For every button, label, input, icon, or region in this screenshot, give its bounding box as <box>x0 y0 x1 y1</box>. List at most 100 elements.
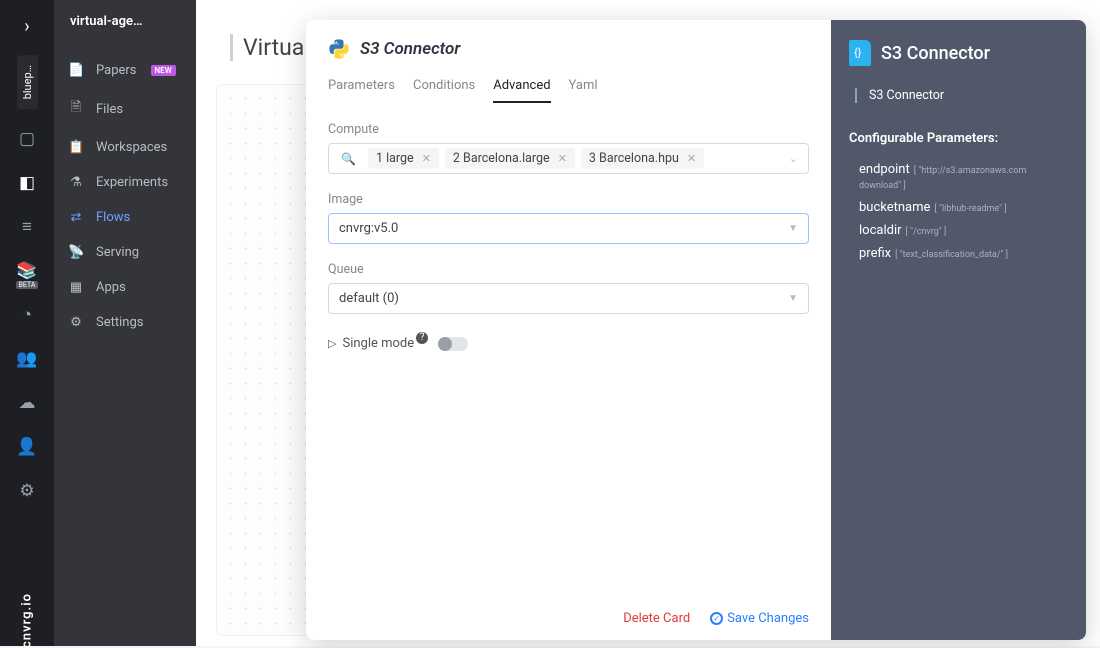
project-title: virtual-age… <box>54 0 196 53</box>
param-row: prefix [ "text_classification_data/" ] <box>859 246 1068 261</box>
nav-item-experiments[interactable]: ⚗ Experiments <box>54 165 196 200</box>
nav-item-label: Apps <box>96 280 126 295</box>
tab-yaml[interactable]: Yaml <box>569 72 598 103</box>
param-row: localdir [ "/cnvrg" ] <box>859 223 1068 238</box>
nav-item-workspaces[interactable]: 📋 Workspaces <box>54 130 196 165</box>
configurable-params-label: Configurable Parameters: <box>849 131 1068 146</box>
database-icon[interactable]: ≡ <box>0 205 54 249</box>
nav-item-papers[interactable]: 📄 Papers NEW <box>54 53 196 88</box>
gear-icon[interactable]: ⚙ <box>0 469 54 513</box>
nav-item-label: Workspaces <box>96 140 167 155</box>
tab-advanced[interactable]: Advanced <box>493 72 550 103</box>
expand-icon[interactable]: › <box>24 4 29 49</box>
single-mode-row: ▷ Single mode ? <box>328 336 809 351</box>
modal-form: S3 Connector Parameters Conditions Advan… <box>306 20 831 640</box>
chevron-down-icon: ▼ <box>788 223 798 234</box>
rail-tab-blueprints[interactable]: bluep… <box>17 55 38 109</box>
param-row: endpoint[ "http://s3.amazonaws.com downl… <box>859 162 1068 192</box>
nav-item-files[interactable]: 🗎 Files <box>54 88 196 130</box>
project-nav: virtual-age… 📄 Papers NEW 🗎 Files 📋 Workspac… <box>54 0 196 646</box>
param-name: bucketname <box>859 200 930 215</box>
sidebar-subtitle: S3 Connector <box>855 88 1068 103</box>
help-icon[interactable]: ? <box>416 332 428 344</box>
check-icon: ✓ <box>710 612 723 625</box>
compute-select[interactable]: 🔍 1 large ✕ 2 Barcelona.large ✕ 3 Barcelon… <box>328 143 809 174</box>
nav-item-label: Experiments <box>96 175 168 190</box>
chip-label: 3 Barcelona.hpu <box>589 151 679 166</box>
flows-icon: ⇄ <box>68 210 84 225</box>
compute-chip: 2 Barcelona.large ✕ <box>445 148 575 169</box>
nav-item-label: Flows <box>96 210 130 225</box>
grid-icon[interactable]: ◧ <box>0 161 54 205</box>
param-name: endpoint <box>859 162 910 177</box>
nav-item-flows[interactable]: ⇄ Flows <box>54 200 196 235</box>
cloud-icon[interactable]: ☁ <box>0 381 54 425</box>
compute-chip: 3 Barcelona.hpu ✕ <box>581 148 704 169</box>
param-hint: [ "text_classification_data/" ] <box>895 250 1008 260</box>
param-name: localdir <box>859 223 902 238</box>
sidebar-header: S3 Connector <box>849 40 1068 66</box>
modal-header: S3 Connector <box>328 38 809 60</box>
nav-item-label: Settings <box>96 315 143 330</box>
chip-label: 2 Barcelona.large <box>453 151 550 166</box>
toggle-knob <box>438 337 452 351</box>
queue-label: Queue <box>328 262 809 277</box>
page-title: Virtual <box>230 34 310 61</box>
modal-title: S3 Connector <box>360 39 460 59</box>
nav-item-settings[interactable]: ⚙ Settings <box>54 305 196 340</box>
library-icon[interactable]: 📚BETA <box>0 249 54 293</box>
python-icon <box>328 38 350 60</box>
modal-sidebar: S3 Connector S3 Connector Configurable P… <box>831 20 1086 640</box>
search-icon[interactable]: 🔍 <box>335 152 362 166</box>
chip-label: 1 large <box>376 151 414 166</box>
tab-parameters[interactable]: Parameters <box>328 72 395 103</box>
brand-logo: cnvrg.io <box>20 593 35 648</box>
play-icon: ▷ <box>328 337 336 350</box>
param-name: prefix <box>859 246 891 261</box>
modal-tabs: Parameters Conditions Advanced Yaml <box>328 72 809 104</box>
file-icon <box>849 40 871 66</box>
sidebar-title: S3 Connector <box>881 43 990 64</box>
save-label: Save Changes <box>727 611 809 626</box>
nav-item-label: Papers <box>96 63 137 78</box>
apps-icon: ▦ <box>68 280 84 295</box>
image-value: cnvrg:v5.0 <box>339 221 398 236</box>
single-mode-label: Single mode <box>342 336 414 351</box>
box-icon[interactable]: ▢ <box>0 117 54 161</box>
serving-icon: 📡 <box>68 245 84 260</box>
save-changes-button[interactable]: ✓ Save Changes <box>710 611 809 626</box>
nav-item-label: Serving <box>96 245 139 260</box>
modal-footer: Delete Card ✓ Save Changes <box>328 611 809 626</box>
users-icon[interactable]: 👥 <box>0 337 54 381</box>
remove-chip-icon[interactable]: ✕ <box>558 152 567 165</box>
nav-item-apps[interactable]: ▦ Apps <box>54 270 196 305</box>
param-row: bucketname [ "libhub-readme" ] <box>859 200 1068 215</box>
new-badge: NEW <box>151 65 176 76</box>
param-hint: [ "libhub-readme" ] <box>934 204 1006 214</box>
image-label: Image <box>328 192 809 207</box>
remove-chip-icon[interactable]: ✕ <box>687 152 696 165</box>
chevron-down-icon: ▼ <box>788 293 798 304</box>
compute-label: Compute <box>328 122 809 137</box>
files-icon: 🗎 <box>68 98 84 120</box>
settings-icon: ⚙ <box>68 315 84 330</box>
single-mode-toggle[interactable] <box>438 337 468 351</box>
delete-card-button[interactable]: Delete Card <box>623 611 690 626</box>
compute-chip: 1 large ✕ <box>368 148 439 169</box>
workspaces-icon: 📋 <box>68 140 84 155</box>
people-icon[interactable]: 👤 <box>0 425 54 469</box>
queue-value: default (0) <box>339 291 399 306</box>
queue-select[interactable]: default (0) ▼ <box>328 283 809 314</box>
chevron-down-icon[interactable]: ⌄ <box>789 152 802 165</box>
nav-item-serving[interactable]: 📡 Serving <box>54 235 196 270</box>
clock-icon[interactable]: ◔ <box>0 293 54 337</box>
papers-icon: 📄 <box>68 63 84 78</box>
remove-chip-icon[interactable]: ✕ <box>422 152 431 165</box>
param-hint: [ "/cnvrg" ] <box>906 227 947 237</box>
nav-item-label: Files <box>96 102 123 117</box>
experiments-icon: ⚗ <box>68 175 84 190</box>
icon-rail: › bluep… ▢ ◧ ≡ 📚BETA ◔ 👥 ☁ 👤 ⚙ cnvrg.io <box>0 0 54 646</box>
edit-card-modal: S3 Connector Parameters Conditions Advan… <box>306 20 1086 640</box>
image-select[interactable]: cnvrg:v5.0 ▼ <box>328 213 809 244</box>
tab-conditions[interactable]: Conditions <box>413 72 475 103</box>
